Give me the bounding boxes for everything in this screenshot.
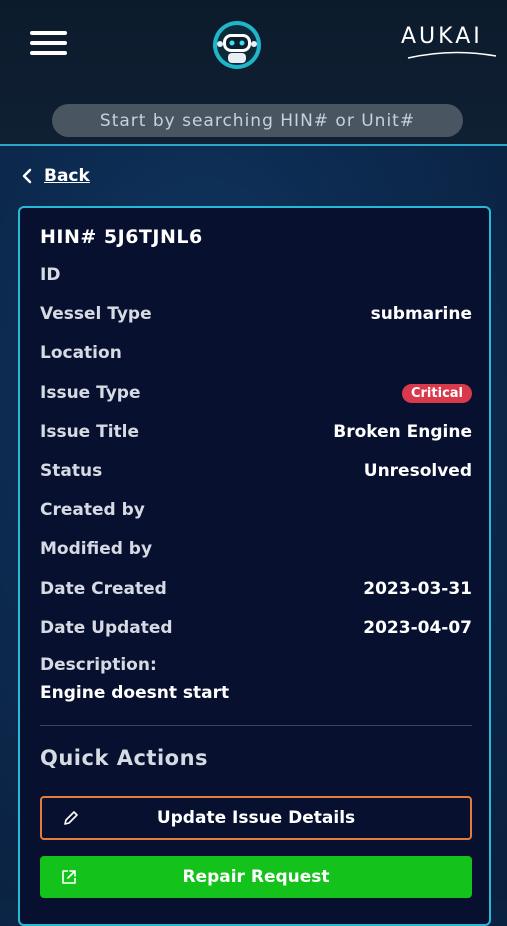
brand-swoosh (407, 51, 497, 59)
pencil-icon (64, 811, 78, 825)
field-label: Issue Type (40, 383, 141, 403)
repair-request-label: Repair Request (182, 867, 330, 887)
field-row-status: Status Unresolved (40, 458, 472, 484)
field-row-created-by: Created by (40, 497, 472, 523)
back-link[interactable]: Back (20, 166, 90, 186)
field-label: ID (40, 265, 61, 285)
robot-logo[interactable] (208, 20, 266, 70)
quick-actions-title: Quick Actions (40, 746, 209, 770)
chevron-left-icon (22, 168, 32, 184)
field-row-vessel-type: Vessel Type submarine (40, 301, 472, 327)
brand-logo-text: AUKAI (401, 24, 483, 49)
field-label: Date Updated (40, 618, 173, 638)
search-input[interactable]: Start by searching HIN# or Unit# (52, 104, 463, 137)
update-issue-details-button[interactable]: Update Issue Details (40, 796, 472, 840)
hin-title: HIN# 5J6TJNL6 (40, 226, 203, 248)
repair-request-button[interactable]: Repair Request (40, 856, 472, 898)
field-row-date-updated: Date Updated 2023-04-07 (40, 615, 472, 641)
description-label: Description: (40, 655, 157, 675)
description-value: Engine doesnt start (40, 683, 230, 703)
field-value: 2023-04-07 (363, 618, 472, 638)
search-placeholder: Start by searching HIN# or Unit# (99, 110, 416, 131)
critical-badge: Critical (401, 383, 472, 403)
issue-details-card: HIN# 5J6TJNL6 ID Vessel Type submarine L… (18, 206, 491, 926)
field-label: Vessel Type (40, 304, 152, 324)
field-row-date-created: Date Created 2023-03-31 (40, 576, 472, 602)
field-row-id: ID (40, 262, 472, 288)
status-value: Unresolved (363, 461, 472, 481)
field-value: submarine (370, 304, 472, 324)
field-row-issue-type: Issue Type Critical (40, 380, 472, 406)
back-label: Back (44, 166, 90, 186)
external-link-icon (62, 870, 76, 884)
field-value: 2023-03-31 (363, 579, 472, 599)
field-label: Issue Title (40, 422, 140, 442)
field-label: Created by (40, 500, 145, 520)
field-row-location: Location (40, 340, 472, 366)
field-label: Modified by (40, 539, 153, 559)
divider (40, 725, 472, 726)
field-row-issue-title: Issue Title Broken Engine (40, 419, 472, 445)
update-issue-details-label: Update Issue Details (156, 808, 356, 828)
field-label: Status (40, 461, 103, 481)
field-value: Broken Engine (333, 422, 472, 442)
field-label: Date Created (40, 579, 167, 599)
field-row-modified-by: Modified by (40, 536, 472, 562)
top-bar: AUKAI Start by searching HIN# or Unit# (0, 0, 507, 146)
field-label: Location (40, 343, 122, 363)
hamburger-menu-icon[interactable] (30, 31, 67, 55)
